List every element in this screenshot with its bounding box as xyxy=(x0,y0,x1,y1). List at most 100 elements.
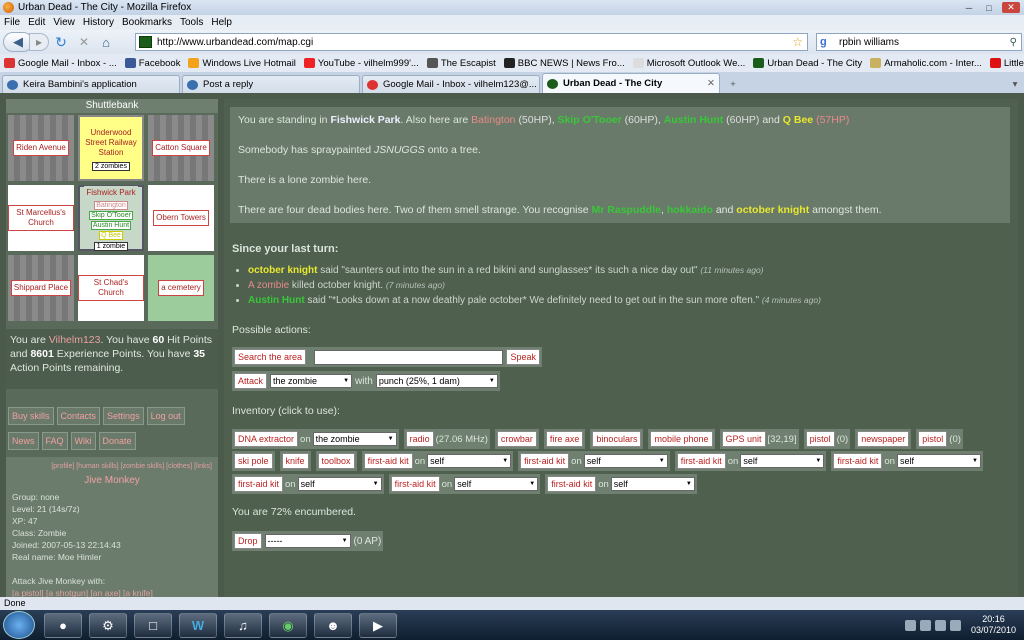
bookmark-item[interactable]: Windows Live Hotmail xyxy=(184,58,299,69)
minimize-icon[interactable]: ─ xyxy=(962,2,976,13)
drop-button[interactable]: Drop xyxy=(234,533,262,549)
flag-icon[interactable] xyxy=(949,619,961,631)
inventory-target-select[interactable]: self xyxy=(610,477,695,491)
inventory-target-select[interactable]: self xyxy=(740,454,825,468)
inventory-item-button[interactable]: ski pole xyxy=(234,453,273,469)
map-location-button[interactable]: Fishwick Park xyxy=(84,185,138,200)
menu-tools[interactable]: Tools xyxy=(176,17,207,28)
map-player-name[interactable]: Batington xyxy=(94,200,128,210)
inventory-target-select[interactable]: self xyxy=(583,454,668,468)
messenger-taskbar-icon[interactable]: ☻ xyxy=(314,613,352,638)
bookmark-item[interactable]: Armaholic.com - Inter... xyxy=(866,58,986,69)
map-location-button[interactable]: Underwood Street Railway Station xyxy=(80,125,142,160)
inventory-item-button[interactable]: DNA extractor xyxy=(234,431,299,447)
inventory-item-button[interactable]: binoculars xyxy=(592,431,642,447)
map-player-name[interactable]: Austin Hunt xyxy=(90,220,132,230)
inventory-item-button[interactable]: pistol xyxy=(918,431,948,447)
menu-bookmarks[interactable]: Bookmarks xyxy=(118,17,176,28)
map-cell[interactable]: Fishwick Park Batington Skip O'Tooer Austin… xyxy=(78,185,144,251)
inventory-item-button[interactable]: first-aid kit xyxy=(520,453,570,469)
url-bar[interactable]: http://www.urbandead.com/map.cgi ☆ xyxy=(135,33,808,51)
menu-file[interactable]: File xyxy=(0,17,24,28)
map-location-button[interactable]: Obern Towers xyxy=(153,210,209,226)
menu-view[interactable]: View xyxy=(49,17,79,28)
map-location-button[interactable]: Riden Avenue xyxy=(13,140,69,156)
inventory-item-button[interactable]: crowbar xyxy=(496,431,537,447)
map-player-name[interactable]: Skip O'Tooer xyxy=(89,210,133,220)
tab-list-icon[interactable]: ▾ xyxy=(1006,75,1024,93)
forward-button[interactable]: ▸ xyxy=(29,33,49,51)
event-actor[interactable]: october knight xyxy=(248,265,317,276)
map-cell[interactable]: a cemetery xyxy=(148,255,214,321)
player-link[interactable]: Q Bee xyxy=(783,114,813,126)
browser-tab[interactable]: Google Mail - Inbox - vilhelm123@... xyxy=(362,75,540,93)
explorer-taskbar-icon[interactable]: □ xyxy=(134,613,172,638)
inventory-item-button[interactable]: first-aid kit xyxy=(833,453,883,469)
spotify-taskbar-icon[interactable]: ◉ xyxy=(269,613,307,638)
map-location-button[interactable]: St Marcellus's Church xyxy=(8,205,74,231)
attack-links[interactable]: [a pistol] [a shotgun] [an axe] [a knife… xyxy=(12,587,212,597)
bookmark-item[interactable]: Facebook xyxy=(121,58,185,69)
menu-edit[interactable]: Edit xyxy=(24,17,49,28)
search-bar[interactable]: g rpbin williams ⚲ xyxy=(816,33,1022,51)
browser-tab[interactable]: Post a reply xyxy=(182,75,360,93)
search-area-button[interactable]: Search the area xyxy=(234,349,307,365)
volume-icon[interactable] xyxy=(934,619,946,631)
inventory-item-button[interactable]: fire axe xyxy=(545,431,584,447)
close-icon[interactable]: ✕ xyxy=(1002,2,1020,13)
news-button[interactable]: News xyxy=(8,432,39,450)
speak-button[interactable]: Speak xyxy=(506,349,540,365)
player-link[interactable]: Batington xyxy=(471,114,515,126)
map-location-button[interactable]: a cemetery xyxy=(158,280,204,296)
browser-tab[interactable]: Urban Dead - The City ✕ xyxy=(542,73,720,93)
inventory-item-button[interactable]: GPS unit xyxy=(721,431,766,447)
bookmark-item[interactable]: Google Mail - Inbox - ... xyxy=(0,58,121,69)
stop-button[interactable]: ✕ xyxy=(73,32,95,52)
tray-arrow-icon[interactable] xyxy=(904,619,916,631)
inventory-item-button[interactable]: first-aid kit xyxy=(390,476,440,492)
map-cell[interactable]: Underwood Street Railway Station 2 zombie… xyxy=(78,115,144,181)
map-cell[interactable]: Riden Avenue xyxy=(8,115,74,181)
inventory-item-button[interactable]: first-aid kit xyxy=(547,476,597,492)
network-icon[interactable] xyxy=(919,619,931,631)
event-actor[interactable]: A zombie xyxy=(248,280,289,291)
speak-input[interactable] xyxy=(314,349,504,365)
faq-button[interactable]: FAQ xyxy=(41,432,68,450)
home-button[interactable]: ⌂ xyxy=(95,32,117,52)
map-cell[interactable]: Catton Square xyxy=(148,115,214,181)
map-location-button[interactable]: St Chad's Church xyxy=(78,275,144,301)
drop-select[interactable]: ----- xyxy=(264,534,351,548)
event-actor[interactable]: Austin Hunt xyxy=(248,295,305,306)
inventory-target-select[interactable]: the zombie xyxy=(312,432,397,446)
log-out-button[interactable]: Log out xyxy=(146,407,185,425)
player-link[interactable]: Austin Hunt xyxy=(664,114,724,126)
clock[interactable]: 20:16 03/07/2010 xyxy=(963,614,1024,636)
map-cell[interactable]: St Marcellus's Church xyxy=(8,185,74,251)
menu-help[interactable]: Help xyxy=(207,17,236,28)
map-cell[interactable]: St Chad's Church xyxy=(78,255,144,321)
body-link[interactable]: october knight xyxy=(736,204,809,216)
menu-history[interactable]: History xyxy=(79,17,118,28)
new-tab-button[interactable]: + xyxy=(722,75,744,93)
search-icon[interactable]: ⚲ xyxy=(1010,37,1021,48)
map-player-name[interactable]: Q Bee xyxy=(99,230,123,240)
bookmark-star-icon[interactable]: ☆ xyxy=(792,35,807,49)
inventory-item-button[interactable]: radio xyxy=(405,431,434,447)
firefox-taskbar-icon[interactable]: ● xyxy=(44,613,82,638)
map-cell[interactable]: Obern Towers xyxy=(148,185,214,251)
attack-target-select[interactable]: the zombie xyxy=(270,374,353,388)
inventory-target-select[interactable]: self xyxy=(896,454,981,468)
close-tab-icon[interactable]: ✕ xyxy=(703,78,715,89)
maximize-icon[interactable]: □ xyxy=(982,2,996,13)
inventory-target-select[interactable]: self xyxy=(454,477,539,491)
body-link[interactable]: hokkaido xyxy=(667,204,713,216)
inventory-item-button[interactable]: toolbox xyxy=(317,453,355,469)
inventory-target-select[interactable]: self xyxy=(297,477,382,491)
inventory-item-button[interactable]: mobile phone xyxy=(650,431,713,447)
contacts-button[interactable]: Contacts xyxy=(56,407,101,425)
inventory-item-button[interactable]: newspaper xyxy=(857,431,910,447)
settings-button[interactable]: Settings xyxy=(103,407,144,425)
weapon-select[interactable]: punch (25%, 1 dam) xyxy=(375,374,498,388)
bookmark-item[interactable]: YouTube - vilhelm999'... xyxy=(300,58,423,69)
itunes-taskbar-icon[interactable]: ♫ xyxy=(224,613,262,638)
